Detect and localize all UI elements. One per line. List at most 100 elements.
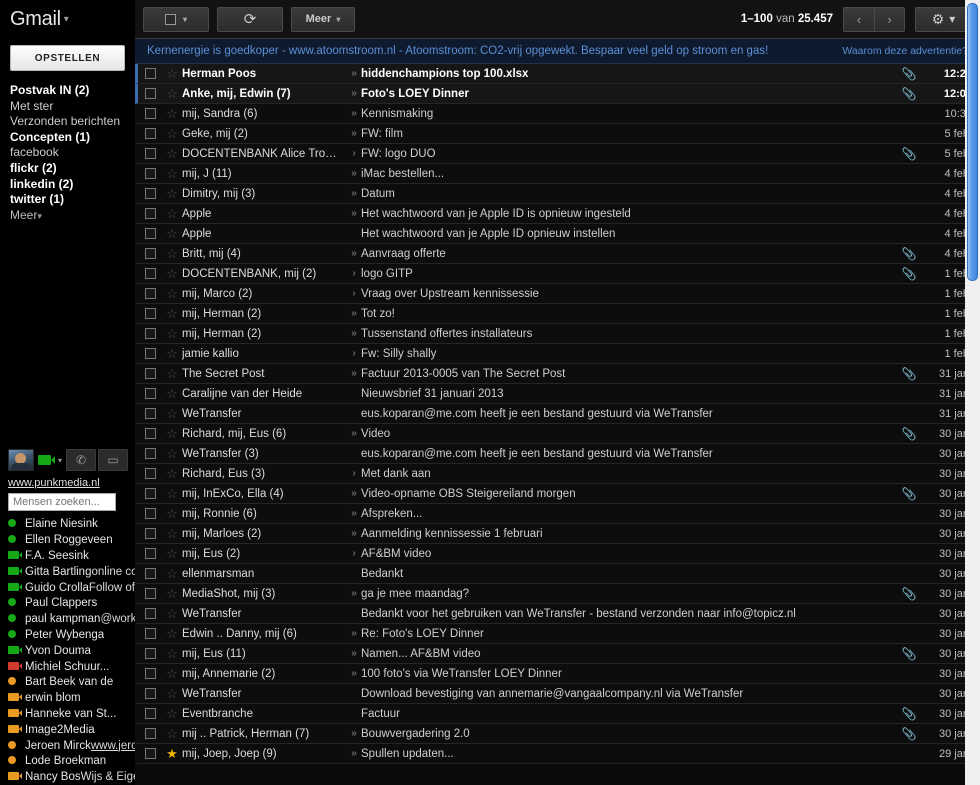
email-checkbox[interactable] <box>138 208 162 219</box>
email-checkbox[interactable] <box>138 148 162 159</box>
email-row[interactable]: ☆ mij, InExCo, Ella (4) » Video-opname OBS … <box>135 484 980 504</box>
email-checkbox[interactable] <box>138 508 162 519</box>
star-icon[interactable]: ☆ <box>162 187 182 200</box>
email-checkbox[interactable] <box>138 348 162 359</box>
email-checkbox[interactable] <box>138 548 162 559</box>
star-icon[interactable]: ☆ <box>162 287 182 300</box>
contact-list-item[interactable]: Image2Media <box>8 722 135 738</box>
email-row[interactable]: ☆ mij, Herman (2) » Tussenstand offertes in… <box>135 324 980 344</box>
sidebar-item-twitter[interactable]: twitter (1) <box>10 192 135 208</box>
sidebar-item-drafts[interactable]: Concepten (1) <box>10 130 135 146</box>
ad-why-link[interactable]: Waarom deze advertentie? <box>842 45 968 57</box>
email-row[interactable]: ☆ mij, Marloes (2) » Aanmelding kennissessi… <box>135 524 980 544</box>
email-row[interactable]: ☆ Caralijne van der Heide Nieuwsbrief 31 j… <box>135 384 980 404</box>
contact-list-item[interactable]: Elaine Niesink <box>8 516 135 532</box>
contact-list-item[interactable]: Nancy BosWijs & Eigen <box>8 769 135 785</box>
email-row[interactable]: ☆ Richard, Eus (3) › Met dank aan 30 jan. <box>135 464 980 484</box>
contact-list-item[interactable]: erwin blom <box>8 690 135 706</box>
contact-list-item[interactable]: Bart Beek van de <box>8 674 135 690</box>
email-checkbox[interactable] <box>138 108 162 119</box>
previous-page-button[interactable]: ‹ <box>843 6 874 32</box>
star-icon[interactable]: ☆ <box>162 367 182 380</box>
contact-list-item[interactable]: Jeroen Mirckwww.jeroenmirc... <box>8 738 135 754</box>
compose-button[interactable]: OPSTELLEN <box>10 45 125 71</box>
email-checkbox[interactable] <box>138 568 162 579</box>
email-row[interactable]: ☆ Eventbranche Factuur 📎 30 jan. <box>135 704 980 724</box>
contact-list-item[interactable]: Lode Broekman <box>8 753 135 769</box>
email-checkbox[interactable] <box>138 428 162 439</box>
email-row[interactable]: ☆ mij, Eus (11)» Namen... AF&BM video 📎 30 j… <box>135 644 980 664</box>
email-checkbox[interactable] <box>138 188 162 199</box>
contact-list-item[interactable]: Gitta Bartlingonline communi... <box>8 564 135 580</box>
star-icon[interactable]: ☆ <box>162 307 182 320</box>
star-icon[interactable]: ☆ <box>162 107 182 120</box>
email-checkbox[interactable] <box>138 668 162 679</box>
email-checkbox[interactable] <box>138 588 162 599</box>
email-checkbox[interactable] <box>138 228 162 239</box>
chevron-down-icon[interactable]: ▾ <box>58 456 62 465</box>
vertical-scrollbar[interactable] <box>965 0 980 785</box>
avatar[interactable] <box>8 449 34 472</box>
contact-list-item[interactable]: Paul Clappers <box>8 595 135 611</box>
email-row[interactable]: ☆ mij, J (11)» iMac bestellen... 4 feb. <box>135 164 980 184</box>
select-all-dropdown-button[interactable]: ▾ <box>143 6 209 32</box>
star-icon[interactable]: ☆ <box>162 567 182 580</box>
email-row[interactable]: ☆ MediaShot, mij (3)» ga je mee maandag? 📎 3… <box>135 584 980 604</box>
contact-list-item[interactable]: Michiel Schuur... <box>8 659 135 675</box>
video-status-icon[interactable] <box>38 455 55 466</box>
email-row[interactable]: ☆ Edwin .. Danny, mij (6) » Re: Foto's LOEY… <box>135 624 980 644</box>
star-icon[interactable]: ☆ <box>162 387 182 400</box>
email-checkbox[interactable] <box>138 688 162 699</box>
email-checkbox[interactable] <box>138 528 162 539</box>
email-row[interactable]: ☆ Dimitry, mij (3)» Datum 4 feb. <box>135 184 980 204</box>
star-icon[interactable]: ☆ <box>162 507 182 520</box>
star-icon[interactable]: ☆ <box>162 167 182 180</box>
sidebar-item-starred[interactable]: Met ster <box>10 99 135 115</box>
contact-list-item[interactable]: Hanneke van St... <box>8 706 135 722</box>
star-icon[interactable]: ☆ <box>162 87 182 100</box>
star-icon[interactable]: ☆ <box>162 347 182 360</box>
sidebar-item-inbox[interactable]: Postvak IN (2) <box>10 83 135 99</box>
sidebar-item-flickr[interactable]: flickr (2) <box>10 161 135 177</box>
email-row[interactable]: ☆ Anke, mij, Edwin (7) » Foto's LOEY Dinner… <box>135 84 980 104</box>
email-row[interactable]: ☆ WeTransfer Download bevestiging van anne… <box>135 684 980 704</box>
sidebar-item-facebook[interactable]: facebook <box>10 145 135 161</box>
email-row[interactable]: ☆ Richard, mij, Eus (6)» Video 📎 30 jan. <box>135 424 980 444</box>
email-row[interactable]: ☆ mij, Marco (2) › Vraag over Upstream kenn… <box>135 284 980 304</box>
star-icon[interactable]: ☆ <box>162 327 182 340</box>
star-icon[interactable]: ☆ <box>162 67 182 80</box>
email-row[interactable]: ☆ The Secret Post » Factuur 2013-0005 van T… <box>135 364 980 384</box>
star-icon[interactable]: ☆ <box>162 607 182 620</box>
new-chat-button[interactable]: ▭ <box>98 449 129 472</box>
phone-call-button[interactable]: ✆ <box>66 449 97 472</box>
star-icon[interactable]: ☆ <box>162 687 182 700</box>
star-icon[interactable]: ☆ <box>162 467 182 480</box>
star-icon[interactable]: ☆ <box>162 667 182 680</box>
email-checkbox[interactable] <box>138 388 162 399</box>
sidebar-item-sent[interactable]: Verzonden berichten <box>10 114 135 130</box>
email-row[interactable]: ☆ mij, Eus (2) › AF&BM video 30 jan. <box>135 544 980 564</box>
star-icon[interactable]: ★ <box>162 747 182 760</box>
contact-list-item[interactable]: F.A. Seesink <box>8 548 135 564</box>
star-icon[interactable]: ☆ <box>162 627 182 640</box>
star-icon[interactable]: ☆ <box>162 147 182 160</box>
email-checkbox[interactable] <box>138 248 162 259</box>
email-checkbox[interactable] <box>138 328 162 339</box>
email-row[interactable]: ☆ Herman Poos » hiddenchampions top 100.xls… <box>135 64 980 84</box>
email-checkbox[interactable] <box>138 628 162 639</box>
settings-button[interactable]: ⚙ ▾ <box>915 6 972 32</box>
contact-list-item[interactable]: paul kampman@work <box>8 611 135 627</box>
email-row[interactable]: ☆ mij, Sandra (6)» Kennismaking 10:32 <box>135 104 980 124</box>
email-checkbox[interactable] <box>138 128 162 139</box>
star-icon[interactable]: ☆ <box>162 587 182 600</box>
email-checkbox[interactable] <box>138 168 162 179</box>
refresh-button[interactable]: ⟳ <box>217 6 283 32</box>
email-row[interactable]: ☆ Apple » Het wachtwoord van je Apple ID is… <box>135 204 980 224</box>
email-row[interactable]: ☆ mij, Herman (2)» Tot zo! 1 feb. <box>135 304 980 324</box>
email-checkbox[interactable] <box>138 288 162 299</box>
email-checkbox[interactable] <box>138 308 162 319</box>
email-row[interactable]: ☆ DOCENTENBANK Alice Tromp › FW: logo DUO 📎 5… <box>135 144 980 164</box>
contact-list-item[interactable]: Ellen Roggeveen <box>8 532 135 548</box>
star-icon[interactable]: ☆ <box>162 647 182 660</box>
email-checkbox[interactable] <box>138 448 162 459</box>
